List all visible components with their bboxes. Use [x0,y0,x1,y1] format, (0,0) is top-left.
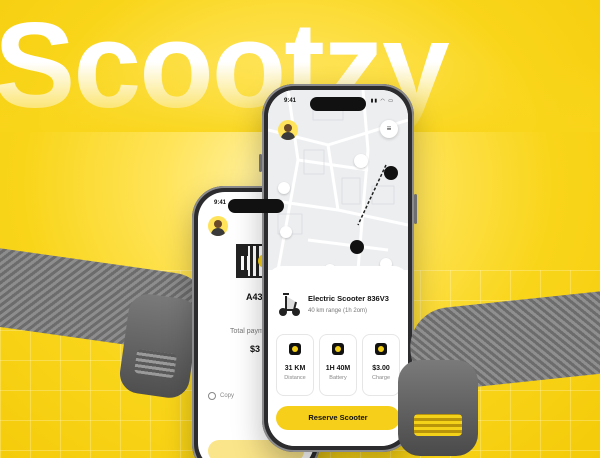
stat-value: 1H 40M [325,365,351,372]
payment-label: Total paym [230,328,264,335]
scooter-pin-icon[interactable] [278,182,290,194]
map-view[interactable]: 9:41 ▮▮ ◠ ▭ ≡ [268,90,408,276]
avatar[interactable] [208,216,228,236]
battery-icon [332,343,344,355]
scooter-pin-icon[interactable] [350,240,364,254]
scooter-code: A43 [246,292,263,302]
stat-value: 31 KM [284,365,306,372]
stat-charge: $3.00 Charge [362,334,400,396]
copy-button[interactable]: Copy [208,392,234,400]
stat-label: Battery [329,375,347,381]
handlebar-clamp-right [398,360,478,456]
status-time: 9:41 [214,200,227,206]
scooter-details-sheet: Electric Scooter 836V3 40 km range (1h 2… [268,266,408,446]
dynamic-island [310,97,366,111]
stat-value: $3.00 [372,365,390,372]
scooter-pin-icon[interactable] [280,226,292,238]
volume-button [259,154,262,172]
stat-label: Distance [284,375,306,381]
reserve-scooter-button[interactable]: Reserve Scooter [276,406,400,430]
phone-front: 9:41 ▮▮ ◠ ▭ ≡ Electric Scooter 836V3 40 … [259,84,417,452]
scooter-name: Electric Scooter 836V3 [308,294,389,303]
status-time: 9:41 [284,98,297,104]
scooter-stats: 31 KM Distance 1H 40M Battery $3.00 Char… [276,334,400,396]
phone-front-screen: 9:41 ▮▮ ◠ ▭ ≡ Electric Scooter 836V3 40 … [268,90,408,446]
clamp-grip-left [134,349,177,379]
stat-distance: 31 KM Distance [276,334,314,396]
status-icons: ▮▮ ◠ ▭ [370,98,394,104]
scooter-range: 40 km range (1h 2om) [308,308,368,314]
copy-icon [208,392,216,400]
map-streets [268,90,408,270]
clamp-grip-right [414,414,462,436]
scooter-pin-icon[interactable] [384,166,398,180]
scooter-icon [279,293,300,316]
stat-battery: 1H 40M Battery [319,334,357,396]
stat-label: Charge [371,375,391,381]
dynamic-island [228,199,284,213]
handlebar-clamp-left [117,291,201,401]
charge-icon [375,343,387,355]
avatar[interactable] [278,120,298,140]
payment-value: $3 [250,344,261,354]
scooter-pin-icon[interactable] [354,154,368,168]
power-button [414,194,417,224]
distance-icon [289,343,301,355]
copy-label: Copy [220,393,235,399]
filter-menu-icon[interactable]: ≡ [380,120,398,138]
